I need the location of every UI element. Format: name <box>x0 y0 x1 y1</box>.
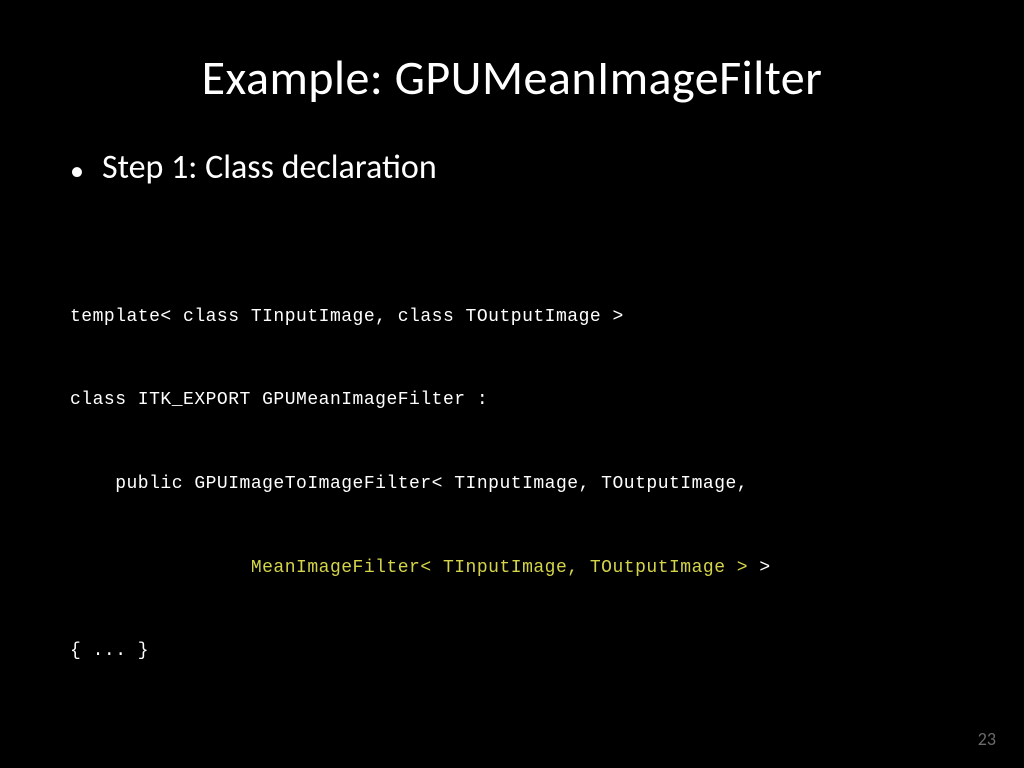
code-line: MeanImageFilter< TInputImage, TOutputIma… <box>70 555 1024 583</box>
bullet-text: Step 1: Class declaration <box>102 147 437 188</box>
bullet-item: • Step 1: Class declaration <box>0 147 1024 188</box>
code-line: template< class TInputImage, class TOutp… <box>70 304 1024 332</box>
page-number: 23 <box>978 728 996 750</box>
slide-title: Example: GPUMeanImageFilter <box>0 48 1024 107</box>
code-suffix: > <box>748 558 771 578</box>
code-line: class ITK_EXPORT GPUMeanImageFilter : <box>70 387 1024 415</box>
code-block: template< class TInputImage, class TOutp… <box>0 248 1024 722</box>
code-line: { ... } <box>70 638 1024 666</box>
slide: Example: GPUMeanImageFilter • Step 1: Cl… <box>0 0 1024 768</box>
code-highlight: MeanImageFilter< TInputImage, TOutputIma… <box>251 558 748 578</box>
bullet-icon: • <box>70 157 84 185</box>
code-line: public GPUImageToImageFilter< TInputImag… <box>70 471 1024 499</box>
code-indent <box>70 558 251 578</box>
